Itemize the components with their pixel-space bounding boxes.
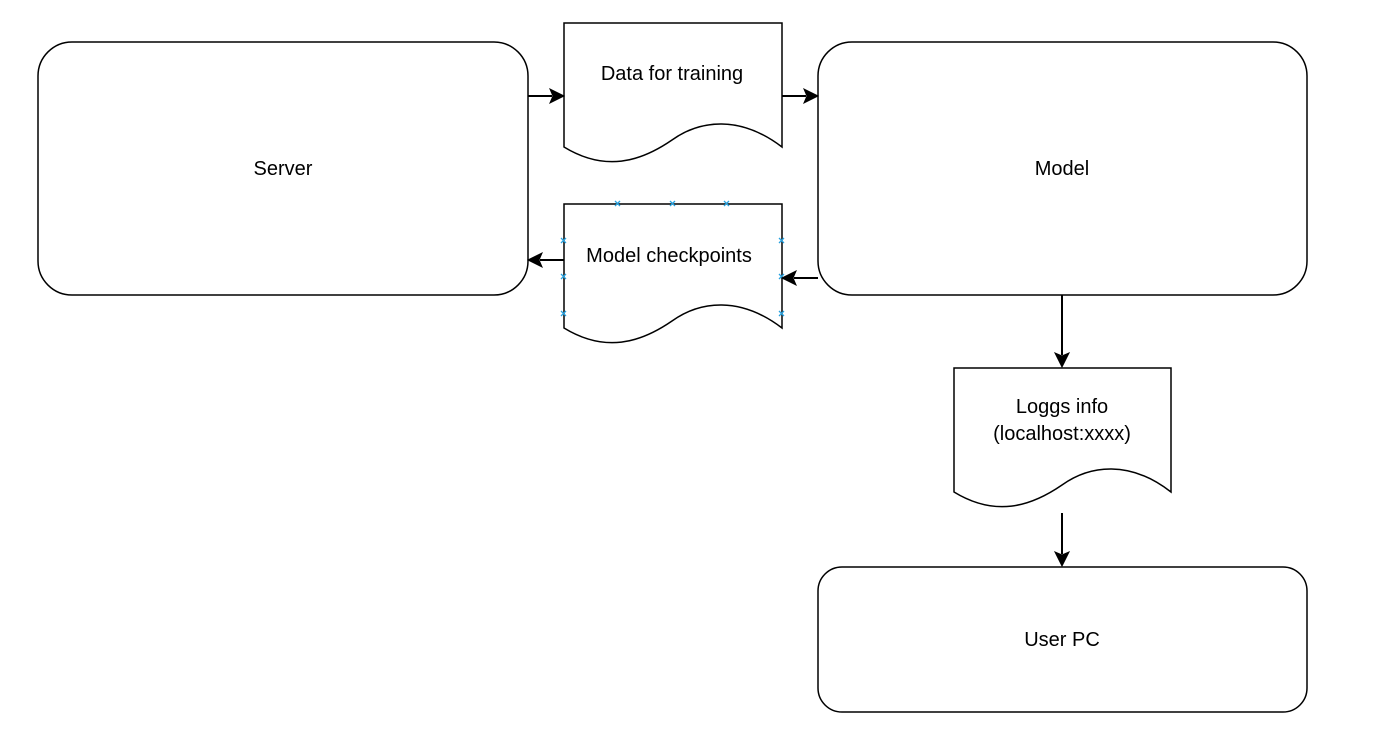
edge-data-to-model-arrowhead [803, 87, 820, 105]
model-checkpoints-node[interactable]: Model checkpoints [560, 200, 785, 344]
model-checkpoints-shape [563, 203, 783, 344]
edge-model-to-logs-arrowhead [1053, 352, 1071, 369]
model-checkpoints-label: Model checkpoints [586, 245, 752, 267]
model-label: Model [1035, 158, 1089, 180]
edge-server-to-data-arrowhead [549, 87, 566, 105]
user-pc-node[interactable]: User PC [817, 566, 1308, 713]
edge-model-to-checkpoints-arrowhead [780, 269, 797, 287]
data-for-training-label: Data for training [601, 63, 743, 85]
model-node[interactable]: Model [817, 41, 1308, 296]
edge-checkpoints-to-server-arrowhead [526, 251, 543, 269]
flow-diagram: Server Model User PC Data for training M… [37, 22, 1308, 713]
edge-logs-to-user-pc-arrowhead [1053, 551, 1071, 568]
logs-info-node[interactable]: Loggs info (localhost:xxxx) [953, 367, 1172, 508]
edge-data-to-model[interactable] [782, 87, 820, 105]
edge-model-to-logs[interactable] [1053, 295, 1071, 369]
user-pc-label: User PC [1024, 629, 1100, 651]
edge-checkpoints-to-server[interactable] [526, 251, 564, 269]
server-label: Server [254, 158, 313, 180]
data-for-training-shape [563, 22, 783, 163]
logs-info-label: Loggs info [1016, 396, 1108, 418]
logs-info-sublabel: (localhost:xxxx) [993, 423, 1131, 445]
edge-server-to-data[interactable] [528, 87, 566, 105]
server-node[interactable]: Server [37, 41, 529, 296]
edge-model-to-checkpoints[interactable] [780, 269, 818, 287]
data-for-training-node[interactable]: Data for training [563, 22, 783, 163]
edge-logs-to-user-pc[interactable] [1053, 513, 1071, 568]
